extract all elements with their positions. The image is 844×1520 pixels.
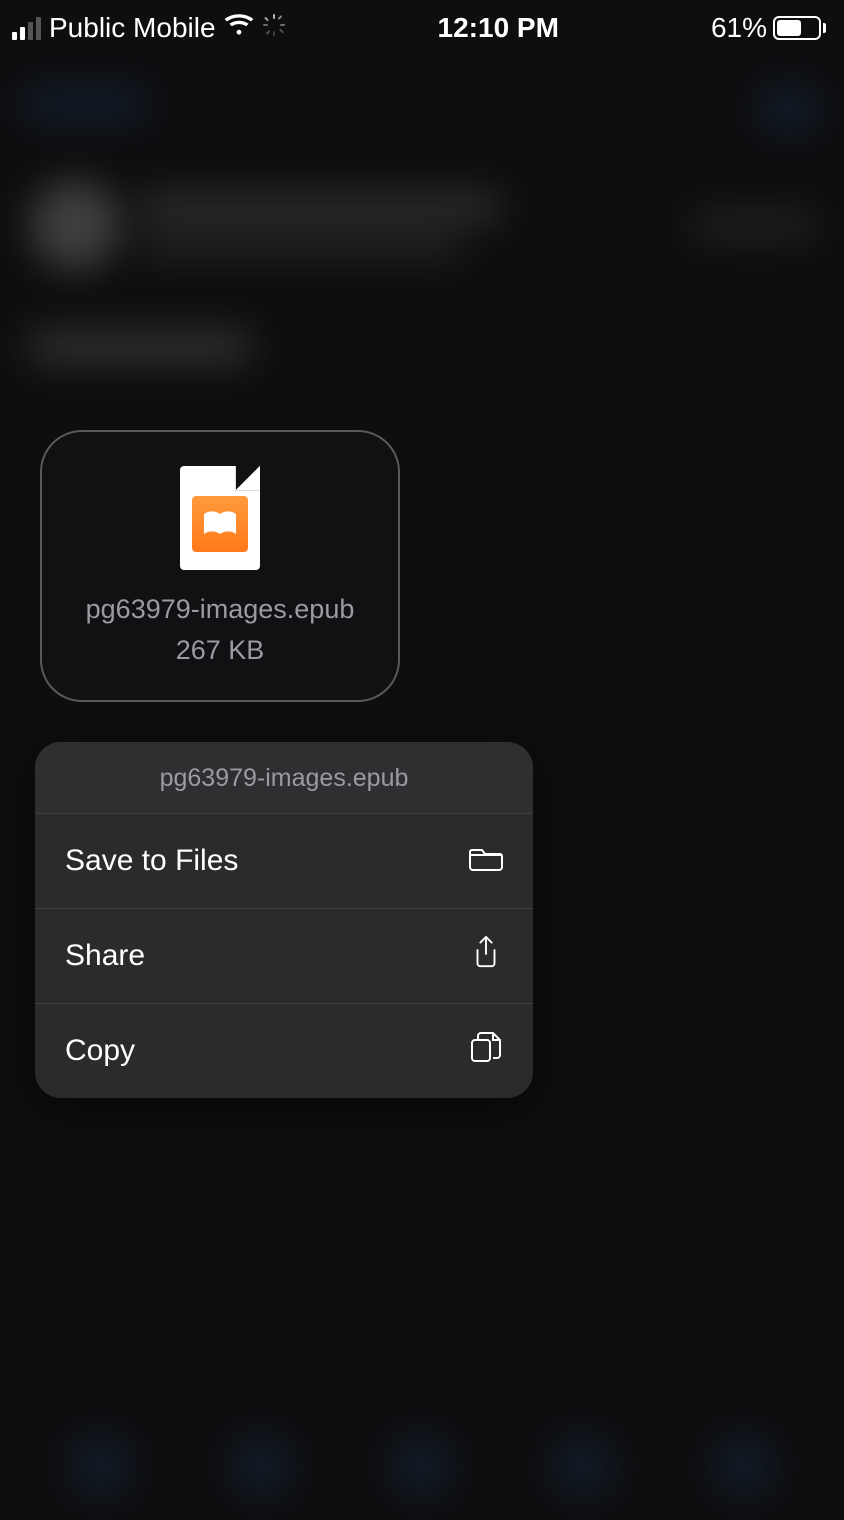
context-menu-header: pg63979-images.epub: [35, 742, 533, 814]
menu-item-copy[interactable]: Copy: [35, 1004, 533, 1098]
copy-icon: [469, 1030, 503, 1072]
menu-item-label: Save to Files: [65, 844, 238, 878]
book-icon: [192, 496, 248, 552]
file-size-label: 267 KB: [176, 635, 265, 666]
menu-item-save-to-files[interactable]: Save to Files: [35, 814, 533, 909]
share-icon: [469, 935, 503, 977]
menu-item-share[interactable]: Share: [35, 909, 533, 1004]
epub-file-icon: [180, 466, 260, 570]
folder-icon: [469, 840, 503, 882]
context-menu: pg63979-images.epub Save to Files Share …: [35, 742, 533, 1098]
menu-item-label: Copy: [65, 1034, 135, 1068]
file-name-label: pg63979-images.epub: [86, 594, 355, 625]
menu-item-label: Share: [65, 939, 145, 973]
file-attachment-preview[interactable]: pg63979-images.epub 267 KB: [40, 430, 400, 702]
